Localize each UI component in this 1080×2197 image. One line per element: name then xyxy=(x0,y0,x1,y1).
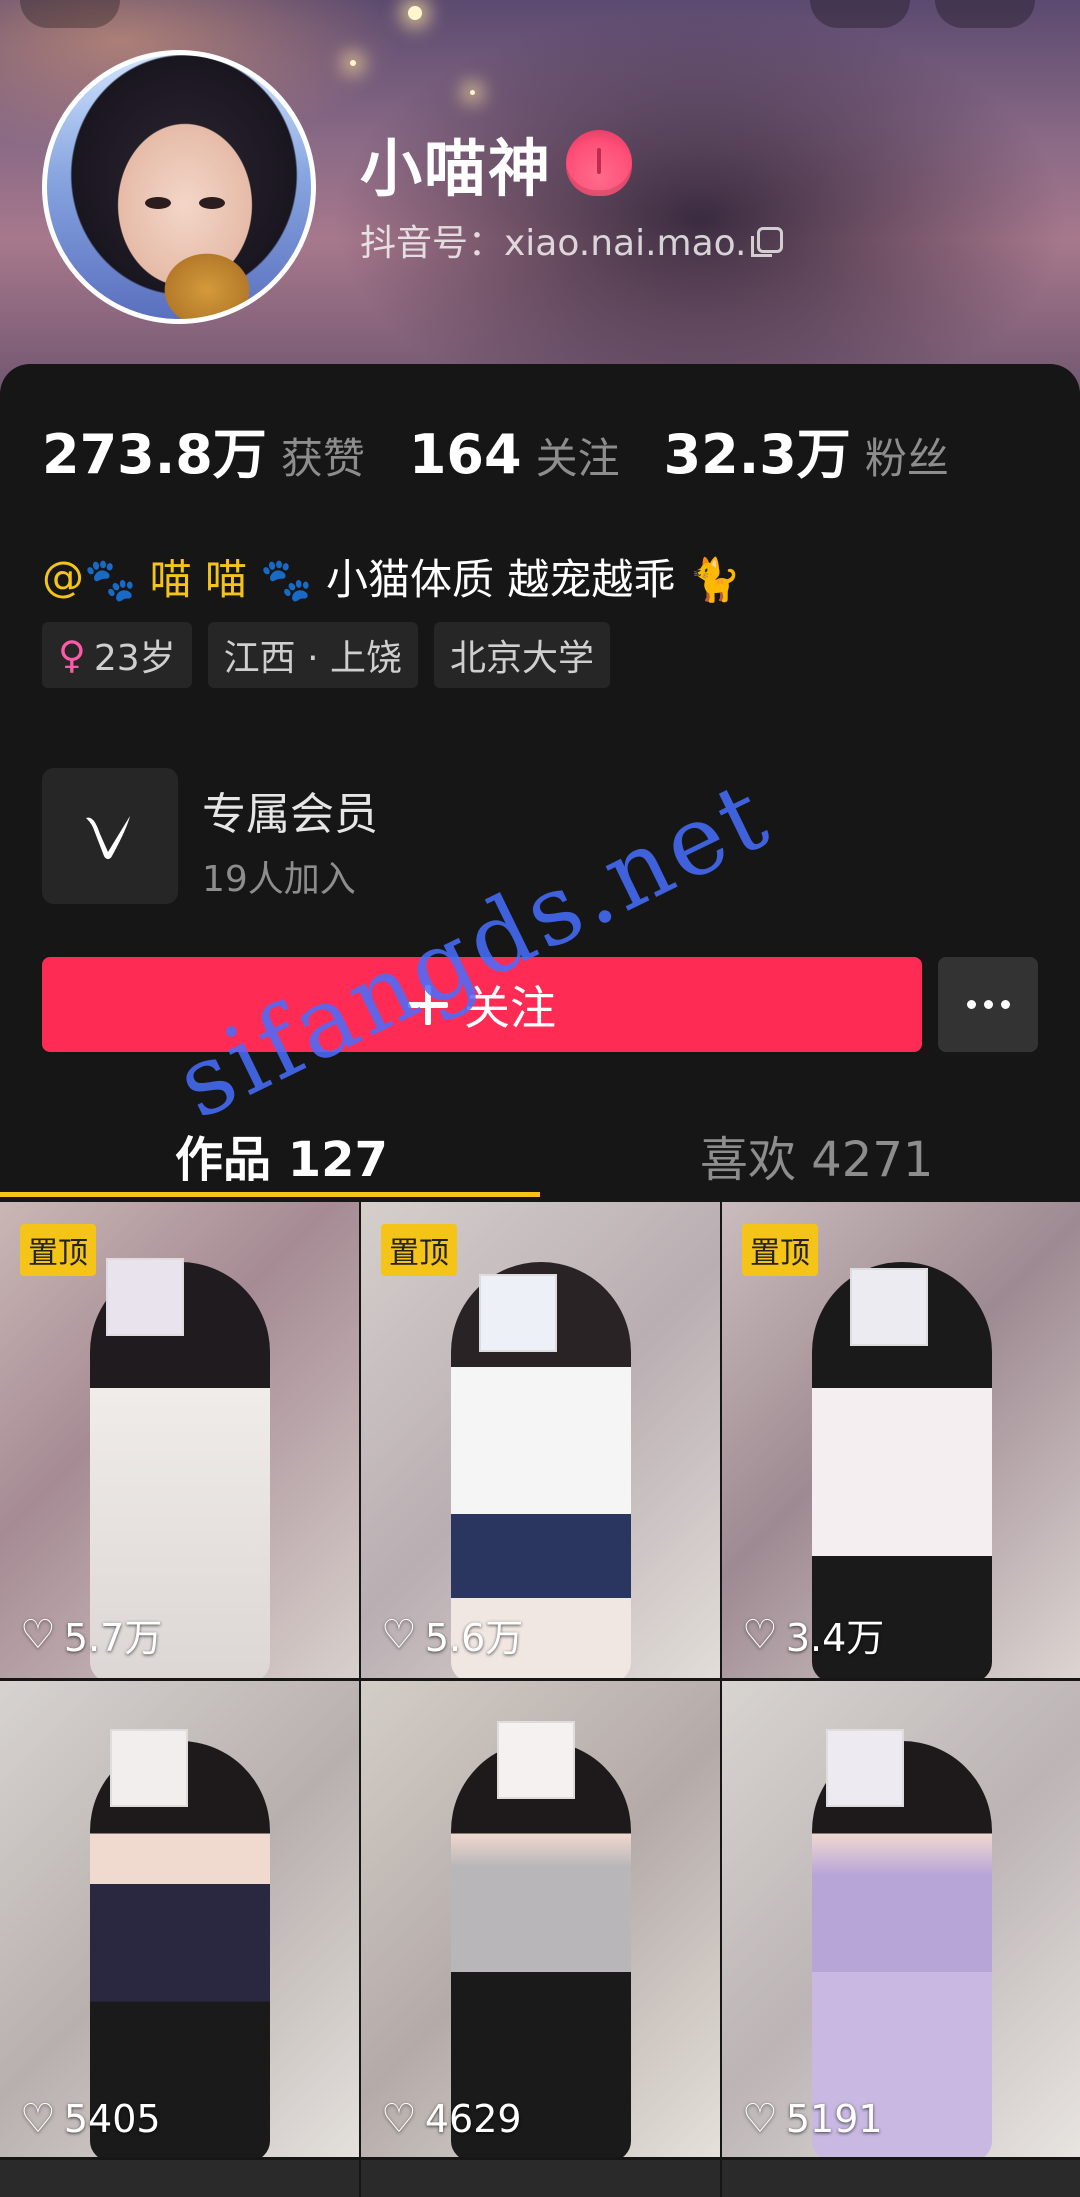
tag-age: ♀ 23岁 xyxy=(42,622,192,688)
face-sticker-icon xyxy=(497,1721,575,1799)
heart-icon: ♡ xyxy=(20,1611,56,1658)
follow-button[interactable]: 关注 xyxy=(42,957,922,1052)
tag-age-text: 23岁 xyxy=(93,638,176,679)
bio-mention[interactable]: 🐾 喵 喵 🐾 xyxy=(84,546,313,607)
video-likes: ♡ 5.7万 xyxy=(20,1607,162,1662)
video-thumbnail[interactable] xyxy=(361,2160,720,2197)
video-thumbnail[interactable] xyxy=(0,2160,359,2197)
heart-icon: ♡ xyxy=(381,2096,417,2142)
follow-label: 关注 xyxy=(464,980,556,1035)
stat-value: 273.8万 xyxy=(42,423,267,486)
tab-likes[interactable]: 喜欢 4271 xyxy=(700,1120,933,1190)
profile-tags: ♀ 23岁 江西 · 上饶 北京大学 xyxy=(42,622,611,688)
nickname: 小喵神 xyxy=(360,118,633,208)
back-button[interactable] xyxy=(20,0,120,28)
member-title: 专属会员 xyxy=(202,789,378,840)
tag-school-text: 北京大学 xyxy=(450,638,595,679)
video-thumbnail[interactable]: 置顶 ♡ 5.6万 xyxy=(361,1202,720,1678)
tag-location-text: 江西 · 上饶 xyxy=(223,638,402,679)
face-sticker-icon xyxy=(106,1258,184,1336)
like-count: 5405 xyxy=(63,2097,161,2141)
pinned-badge: 置顶 xyxy=(20,1224,96,1276)
member-subtitle: 19人加入 xyxy=(202,859,356,900)
avatar-eye xyxy=(199,197,225,209)
more-dot-icon xyxy=(1000,1000,1010,1009)
face-sticker-icon xyxy=(850,1268,928,1346)
search-button[interactable] xyxy=(810,0,910,28)
pinned-badge: 置顶 xyxy=(381,1224,457,1276)
stat-followers[interactable]: 32.3万 粉丝 xyxy=(664,410,949,489)
more-dot-icon xyxy=(983,1000,993,1009)
stat-label: 获赞 xyxy=(280,434,365,483)
face-sticker-icon xyxy=(826,1729,904,1807)
stat-value: 32.3万 xyxy=(663,423,851,486)
stat-likes[interactable]: 273.8万 获赞 xyxy=(42,410,365,489)
thumbnail-figure xyxy=(451,1741,631,2157)
douyin-id-text: 抖音号：xiao.nai.mao. xyxy=(360,223,747,264)
bio-at: @ xyxy=(42,552,84,601)
like-count: 5.6万 xyxy=(424,1616,524,1660)
video-thumbnail[interactable]: ♡ 5191 xyxy=(722,1681,1080,2157)
heart-icon: ♡ xyxy=(742,1611,778,1658)
light-sparkle xyxy=(470,90,475,95)
like-count: 4629 xyxy=(424,2097,522,2141)
stat-following[interactable]: 164 关注 xyxy=(409,423,620,486)
bio: @ 🐾 喵 喵 🐾 小猫体质 越宠越乖 🐈 xyxy=(42,546,741,607)
video-thumbnail[interactable]: ♡ 5405 xyxy=(0,1681,359,2157)
video-likes: ♡ 3.4万 xyxy=(742,1607,884,1662)
avatar[interactable] xyxy=(42,50,316,324)
tongue-emoji-icon xyxy=(566,130,633,196)
heart-icon: ♡ xyxy=(742,2096,778,2142)
menu-button[interactable] xyxy=(935,0,1035,28)
video-likes: ♡ 5.6万 xyxy=(381,1607,523,1662)
video-thumbnail[interactable]: 置顶 ♡ 5.7万 xyxy=(0,1202,359,1678)
bio-text: 小猫体质 越宠越乖 🐈 xyxy=(312,555,742,604)
face-sticker-icon xyxy=(479,1274,557,1352)
copy-icon[interactable] xyxy=(750,227,783,257)
video-thumbnail[interactable]: ♡ 4629 xyxy=(361,1681,720,2157)
more-button[interactable] xyxy=(938,957,1038,1052)
like-count: 5191 xyxy=(785,2097,883,2141)
light-sparkle xyxy=(350,60,356,66)
video-likes: ♡ 5405 xyxy=(20,2097,161,2141)
video-grid: 置顶 ♡ 5.7万 置顶 ♡ 5.6万 置顶 ♡ 3.4万 ♡ 5405 ♡ 4… xyxy=(0,1202,1080,2197)
nickname-text: 小喵神 xyxy=(360,132,553,205)
video-thumbnail[interactable] xyxy=(722,2160,1080,2197)
tag-location: 江西 · 上饶 xyxy=(207,622,418,688)
like-count: 3.4万 xyxy=(785,1616,885,1660)
stats-row: 273.8万 获赞 164 关注 32.3万 粉丝 xyxy=(42,410,993,489)
like-count: 5.7万 xyxy=(63,1616,163,1660)
active-tab-indicator xyxy=(0,1192,540,1197)
more-dot-icon xyxy=(966,1000,976,1009)
stat-label: 粉丝 xyxy=(864,434,949,483)
tab-works[interactable]: 作品 127 xyxy=(175,1120,388,1190)
heart-icon: ♡ xyxy=(381,1611,417,1658)
tag-school: 北京大学 xyxy=(434,622,611,688)
content-tabs: 作品 127 喜欢 4271 xyxy=(0,1110,1080,1200)
light-sparkle xyxy=(408,6,422,20)
video-thumbnail[interactable]: 置顶 ♡ 3.4万 xyxy=(722,1202,1080,1678)
heart-icon: ♡ xyxy=(20,2096,56,2142)
video-likes: ♡ 4629 xyxy=(381,2097,522,2141)
stat-label: 关注 xyxy=(535,434,620,483)
face-sticker-icon xyxy=(110,1729,188,1807)
pinned-badge: 置顶 xyxy=(742,1224,818,1276)
stat-value: 164 xyxy=(408,423,522,486)
exclusive-member-entry[interactable]: 专属会员 19人加入 xyxy=(42,768,542,906)
plus-icon xyxy=(408,984,448,1025)
member-v-icon xyxy=(42,768,178,904)
avatar-eye xyxy=(145,197,171,209)
female-icon: ♀ xyxy=(58,633,86,677)
video-likes: ♡ 5191 xyxy=(742,2097,883,2141)
douyin-id[interactable]: 抖音号：xiao.nai.mao. xyxy=(360,214,783,266)
